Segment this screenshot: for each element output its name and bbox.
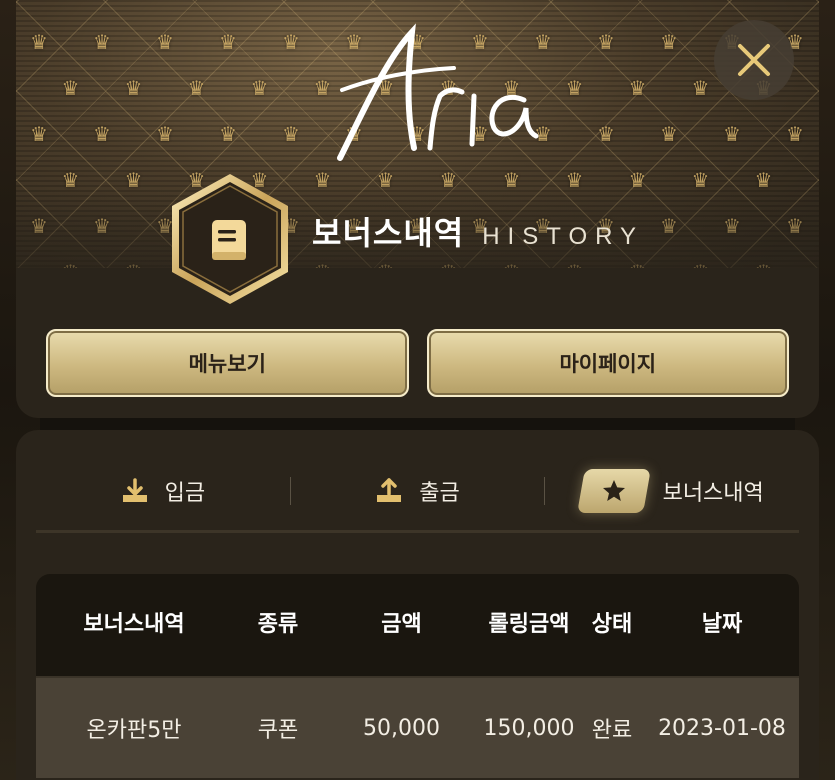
table-header: 보너스내역 종류 금액 롤링금액 상태 날짜 [36, 574, 799, 676]
crown-icon: ♛ [187, 76, 206, 100]
table-cell: 2023-01-08 [658, 715, 786, 741]
table-cell: 50,000 [363, 715, 440, 741]
upload-icon [375, 477, 403, 505]
tab-bonus-history-label: 보너스내역 [662, 481, 764, 506]
crown-icon: ♛ [156, 30, 174, 54]
crown-icon: ♛ [156, 122, 174, 146]
crown-icon: ♛ [30, 122, 48, 146]
column-header: 금액 [381, 612, 422, 637]
tab-deposit-label: 입금 [164, 481, 206, 506]
column-header: 종류 [257, 612, 299, 637]
tab-bonus-history[interactable]: 보너스내역 [545, 460, 799, 522]
tab-bar: 입금 출금 보너스내역 [36, 460, 799, 522]
crown-icon: ♛ [723, 122, 741, 146]
aria-logo [337, 23, 539, 161]
crown-icon: ♛ [250, 76, 269, 100]
crown-icon: ♛ [597, 122, 615, 146]
tab-withdraw[interactable]: 출금 [291, 460, 545, 522]
close-button[interactable] [714, 20, 794, 100]
table-cell: 쿠폰 [257, 718, 299, 743]
crown-icon: ♛ [93, 122, 111, 146]
crown-icon: ♛ [818, 76, 820, 100]
crown-icon: ♛ [30, 30, 48, 54]
crown-icon: ♛ [93, 30, 111, 54]
content-panel: 입금 출금 보너스내역 보너스내역 종류 금액 롤링금액 상태 날짜 온카판5만… [16, 430, 819, 780]
tabs-underline [36, 530, 799, 533]
tab-deposit[interactable]: 입금 [36, 460, 290, 522]
page-title: 보너스내역 HISTORY [312, 208, 644, 256]
crown-icon: ♛ [282, 122, 300, 146]
crown-icon: ♛ [61, 76, 80, 100]
menu-button[interactable]: 메뉴보기 [46, 329, 409, 397]
table-row: 온카판5만 쿠폰 50,000 150,000 완료 2023-01-08 [36, 676, 799, 778]
mypage-button[interactable]: 마이페이지 [426, 329, 789, 397]
close-icon [738, 44, 770, 76]
crown-icon: ♛ [660, 122, 678, 146]
page-title-english: HISTORY [482, 223, 645, 250]
crown-icon: ♛ [124, 76, 143, 100]
column-header: 상태 [591, 612, 633, 637]
column-header: 보너스내역 [83, 612, 185, 637]
book-icon [212, 220, 246, 260]
crown-icon: ♛ [219, 122, 237, 146]
crown-icon: ♛ [313, 76, 332, 100]
crown-icon: ♛ [628, 76, 647, 100]
tab-active-indicator [576, 469, 651, 513]
tab-withdraw-label: 출금 [419, 481, 460, 506]
history-badge [172, 174, 288, 304]
header-panel: ♛ ♛ ♛ ♛ ♛ ♛ ♛ ♛ ♛ ♛ ♛ ♛ ♛ ♛ ♛ ♛ ♛ ♛ ♛ ♛ ♛ ♛ ♛ ♛ ♛ ♛ ♛ ♛ ♛ ♛ ♛ ♛ ♛ ♛ ♛ ♛ ♛ ♛ ♛ ♛… [16, 0, 819, 418]
column-header: 날짜 [701, 612, 743, 637]
crown-icon: ♛ [597, 30, 615, 54]
nav-buttons: 메뉴보기 마이페이지 [46, 329, 789, 397]
star-icon [602, 480, 625, 501]
crown-icon: ♛ [786, 122, 804, 146]
download-icon [121, 477, 149, 505]
crown-icon: ♛ [282, 30, 300, 54]
crown-icon: ♛ [219, 30, 237, 54]
crown-icon: ♛ [565, 76, 584, 100]
table-cell: 150,000 [483, 715, 575, 741]
column-header: 롤링금액 [488, 612, 570, 637]
page-title-korean: 보너스내역 [312, 214, 465, 252]
crown-icon: ♛ [660, 30, 678, 54]
table-cell: 온카판5만 [86, 718, 182, 743]
crown-icon: ♛ [691, 76, 710, 100]
table-cell: 완료 [591, 718, 633, 743]
bonus-history-table: 보너스내역 종류 금액 롤링금액 상태 날짜 온카판5만 쿠폰 50,000 1… [36, 574, 799, 778]
